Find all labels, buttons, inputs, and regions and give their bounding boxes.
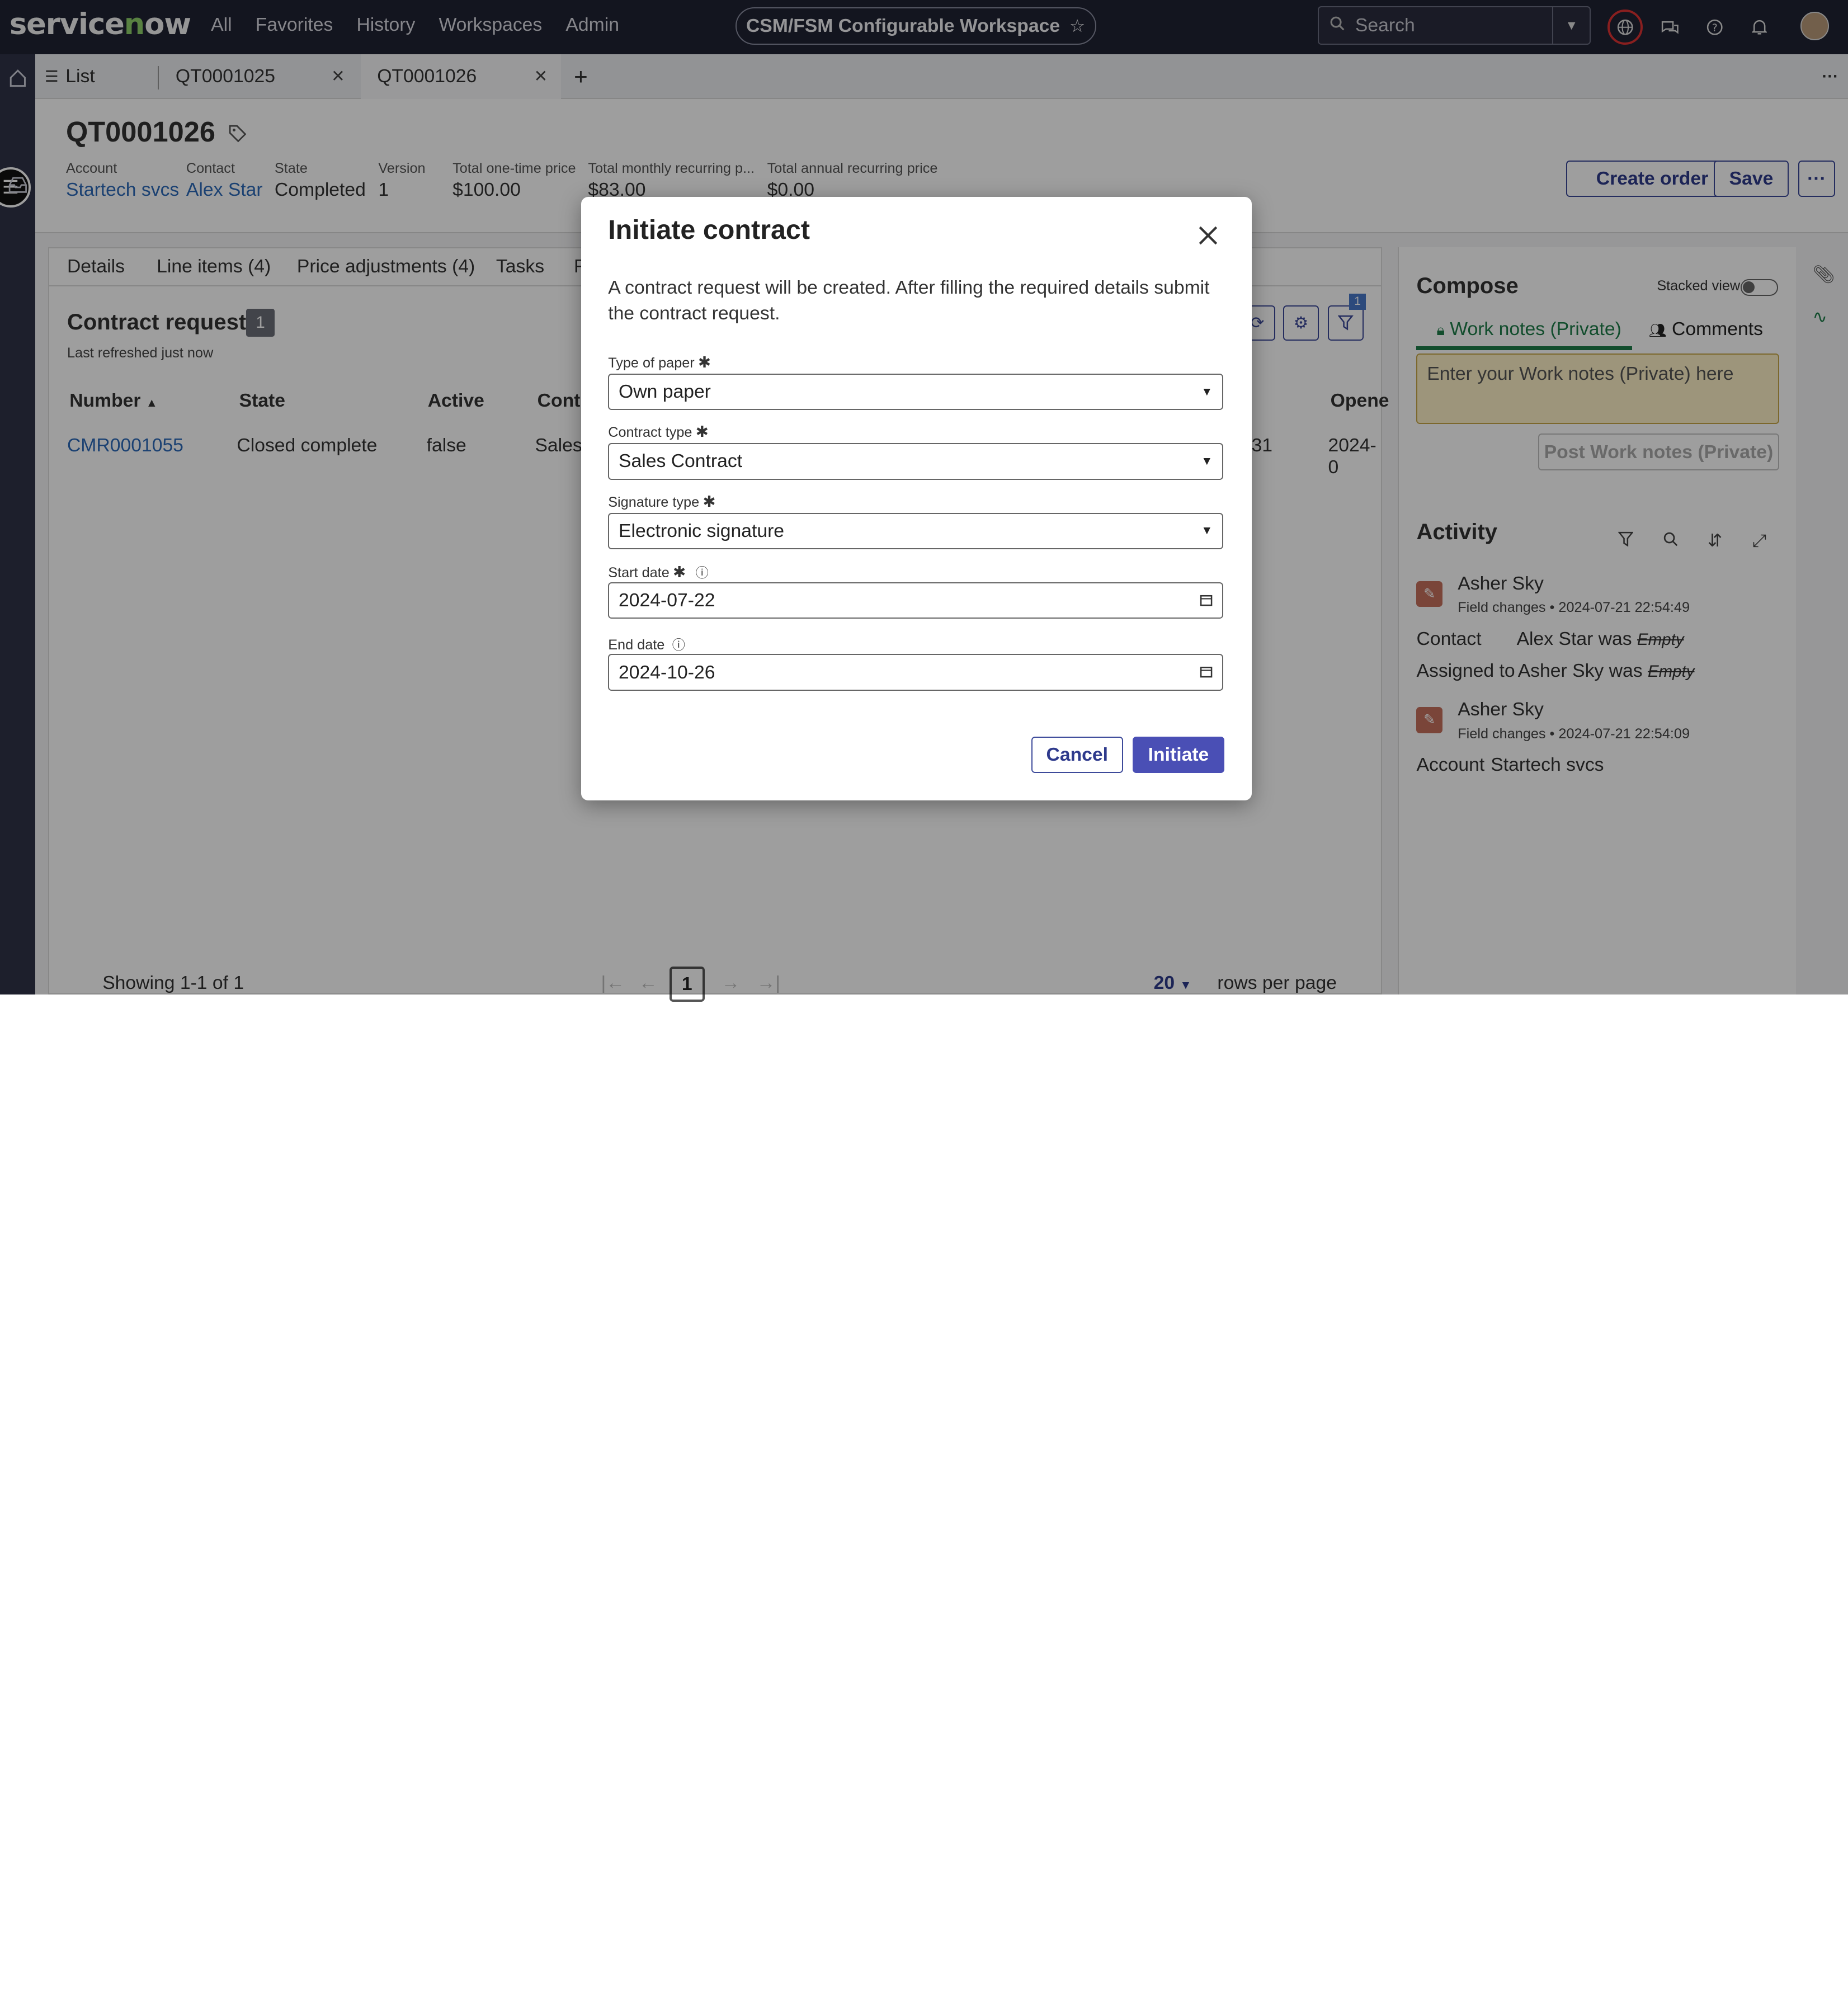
- calendar-icon[interactable]: [1200, 662, 1213, 684]
- signature-type-label: Signature type ✱: [608, 493, 715, 511]
- label-text: Signature type: [608, 494, 700, 510]
- required-icon: ✱: [673, 563, 686, 581]
- end-date-label: End date ⓘ: [608, 634, 685, 653]
- info-icon[interactable]: ⓘ: [696, 565, 709, 580]
- type-of-paper-label: Type of paper ✱: [608, 354, 711, 371]
- start-date-label: Start date ✱ ⓘ: [608, 562, 709, 581]
- select-value: Electronic signature: [619, 520, 785, 541]
- required-icon: ✱: [698, 354, 711, 371]
- contract-type-label: Contract type ✱: [608, 423, 709, 441]
- caret-down-icon: ▼: [1201, 454, 1213, 468]
- start-date-input[interactable]: 2024-07-22: [608, 582, 1224, 619]
- select-value: Own paper: [619, 381, 711, 403]
- calendar-icon[interactable]: [1200, 590, 1213, 611]
- type-of-paper-select[interactable]: Own paper ▼: [608, 373, 1224, 411]
- contract-type-select[interactable]: Sales Contract ▼: [608, 443, 1224, 480]
- caret-down-icon: ▼: [1201, 524, 1213, 538]
- required-icon: ✱: [703, 492, 716, 510]
- signature-type-select[interactable]: Electronic signature ▼: [608, 512, 1224, 549]
- cancel-button[interactable]: Cancel: [1031, 736, 1123, 774]
- modal-title: Initiate contract: [608, 215, 810, 246]
- initiate-button[interactable]: Initiate: [1132, 736, 1225, 774]
- required-icon: ✱: [695, 423, 709, 441]
- label-text: End date: [608, 637, 665, 653]
- modal-description: A contract request will be created. Afte…: [608, 276, 1210, 324]
- caret-down-icon: ▼: [1201, 385, 1213, 398]
- input-value: 2024-07-22: [619, 590, 715, 611]
- end-date-input[interactable]: 2024-10-26: [608, 654, 1224, 691]
- label-text: Type of paper: [608, 355, 695, 371]
- select-value: Sales Contract: [619, 450, 743, 472]
- close-icon[interactable]: [1198, 223, 1219, 251]
- info-icon[interactable]: ⓘ: [672, 638, 685, 652]
- initiate-contract-modal: Initiate contract A contract request wil…: [581, 196, 1252, 800]
- label-text: Start date: [608, 565, 670, 581]
- input-value: 2024-10-26: [619, 661, 715, 683]
- label-text: Contract type: [608, 425, 692, 441]
